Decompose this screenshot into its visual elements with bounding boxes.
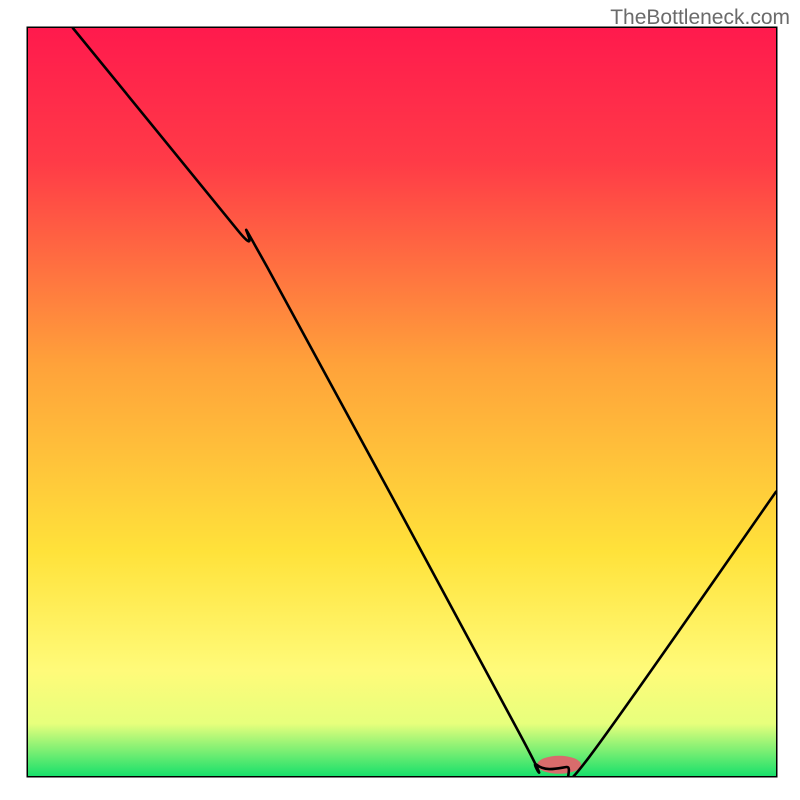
optimum-marker xyxy=(537,756,581,774)
chart-plot-area xyxy=(28,28,776,776)
chart-svg xyxy=(28,28,776,776)
gradient-background xyxy=(28,28,776,776)
watermark-text: TheBottleneck.com xyxy=(610,6,790,30)
